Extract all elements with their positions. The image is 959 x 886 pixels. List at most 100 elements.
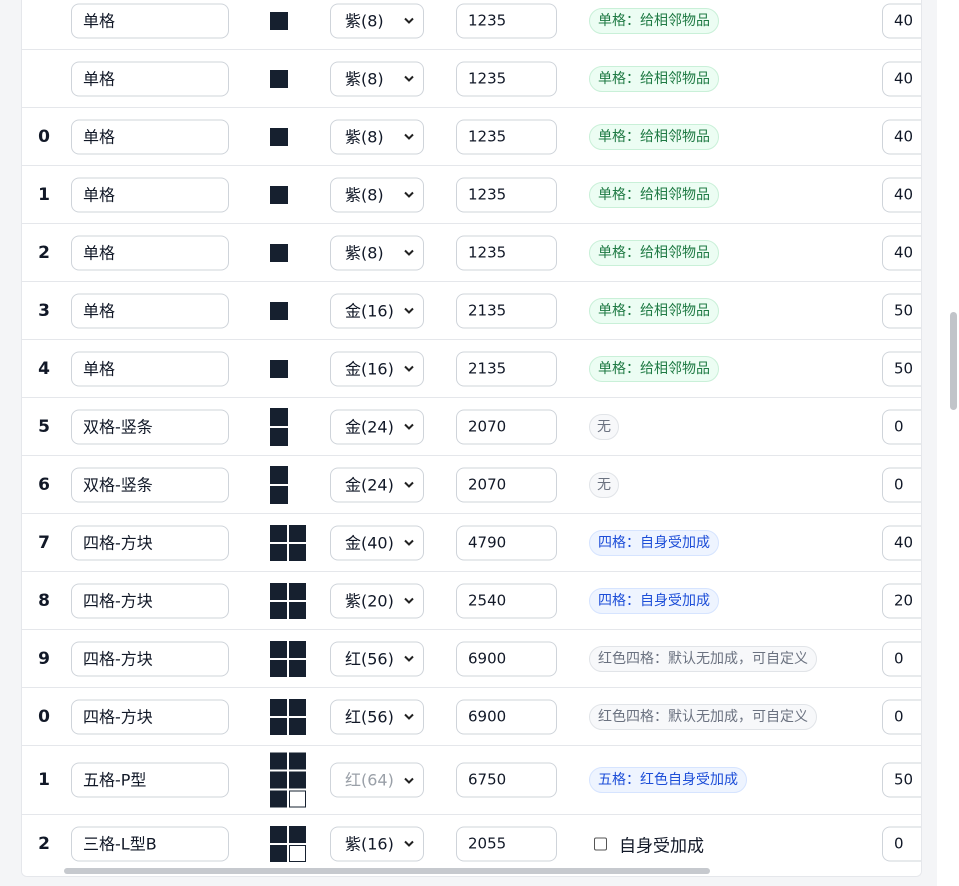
bonus-input[interactable]: 40 [882, 119, 921, 154]
bonus-input[interactable]: 50 [882, 762, 921, 798]
name-input[interactable]: 四格-方块 [71, 641, 229, 676]
shape-preview [270, 465, 288, 504]
name-input[interactable]: 单格 [71, 235, 229, 270]
horizontal-scrollbar[interactable] [64, 868, 710, 874]
bonus-input[interactable]: 40 [882, 235, 921, 270]
bonus-input[interactable]: 40 [882, 177, 921, 212]
bonus-input[interactable]: 50 [882, 351, 921, 386]
name-input[interactable]: 四格-方块 [71, 525, 229, 560]
bonus-input[interactable]: 0 [882, 467, 921, 502]
shape-cell-empty [289, 790, 306, 808]
quality-select[interactable]: 金(24) [330, 467, 424, 502]
quality-value: 金(24) [345, 417, 394, 436]
quality-select[interactable]: 紫(20) [330, 583, 424, 618]
effect-badge: 四格：自身受加成 [589, 587, 719, 614]
checkbox-icon[interactable] [594, 837, 607, 850]
name-input[interactable]: 双格-竖条 [71, 409, 229, 444]
checkbox-label: 自身受加成 [619, 836, 704, 856]
price-input[interactable]: 2070 [456, 409, 557, 444]
quality-select[interactable]: 红(56) [330, 699, 424, 734]
bonus-input[interactable]: 0 [882, 826, 921, 861]
quality-select[interactable]: 红(56) [330, 641, 424, 676]
effect-badge: 单格：给相邻物品 [589, 7, 719, 34]
name-input[interactable]: 五格-P型 [71, 762, 229, 798]
price-input[interactable]: 2070 [456, 467, 557, 502]
effect-badge: 单格：给相邻物品 [589, 297, 719, 324]
quality-select[interactable]: 紫(16) [330, 826, 424, 861]
price-input[interactable]: 6900 [456, 641, 557, 676]
chevron-down-icon [404, 840, 414, 847]
bonus-input[interactable]: 0 [882, 409, 921, 444]
self-bonus-checkbox[interactable]: 自身受加成 [594, 831, 704, 856]
quality-select[interactable]: 紫(8) [330, 119, 424, 154]
shape-cell-filled [270, 601, 287, 619]
quality-select[interactable]: 金(24) [330, 409, 424, 444]
name-input[interactable]: 单格 [71, 119, 229, 154]
shape-preview [270, 11, 288, 30]
shape-preview [270, 243, 288, 262]
shape-preview [270, 407, 288, 446]
bonus-input[interactable]: 0 [882, 699, 921, 734]
chevron-down-icon [404, 597, 414, 604]
table-row: 0 单格 紫(8) 1235 单格：给相邻物品 40 [22, 108, 921, 166]
quality-select[interactable]: 金(16) [330, 293, 424, 328]
bonus-input[interactable]: 20 [882, 583, 921, 618]
table-row: 7 四格-方块 金(40) 4790 四格：自身受加成 40 [22, 514, 921, 572]
items-table: 单格 紫(8) 1235 单格：给相邻物品 40 单格 紫(8) 1235 单格… [22, 0, 921, 872]
price-input[interactable]: 1235 [456, 61, 557, 96]
name-input[interactable]: 单格 [71, 3, 229, 38]
bonus-input[interactable]: 0 [882, 641, 921, 676]
row-index: 5 [38, 416, 50, 437]
shape-cell-filled [289, 582, 306, 600]
name-input[interactable]: 双格-竖条 [71, 467, 229, 502]
price-input[interactable]: 1235 [456, 177, 557, 212]
shape-preview [270, 359, 288, 378]
price-input[interactable]: 1235 [456, 3, 557, 38]
chevron-down-icon [404, 713, 414, 720]
quality-select[interactable]: 紫(8) [330, 235, 424, 270]
bonus-input[interactable]: 40 [882, 61, 921, 96]
shape-cell-filled [289, 640, 306, 658]
bonus-input[interactable]: 50 [882, 293, 921, 328]
quality-select[interactable]: 红(64) [330, 762, 424, 798]
price-input[interactable]: 2135 [456, 293, 557, 328]
page-side-area [937, 0, 959, 886]
shape-preview [270, 640, 306, 677]
price-input[interactable]: 1235 [456, 119, 557, 154]
name-input[interactable]: 单格 [71, 61, 229, 96]
price-input[interactable]: 6750 [456, 762, 557, 798]
table-row: 单格 紫(8) 1235 单格：给相邻物品 40 [22, 50, 921, 108]
name-input[interactable]: 三格-L型B [71, 826, 229, 861]
shape-preview [270, 301, 288, 320]
shape-cell-filled [270, 543, 287, 561]
name-input[interactable]: 单格 [71, 351, 229, 386]
row-index: 2 [38, 242, 50, 263]
name-input[interactable]: 单格 [71, 177, 229, 212]
quality-select[interactable]: 紫(8) [330, 3, 424, 38]
quality-value: 紫(8) [345, 69, 384, 88]
bonus-input[interactable]: 40 [882, 525, 921, 560]
price-input[interactable]: 2540 [456, 583, 557, 618]
quality-select[interactable]: 金(40) [330, 525, 424, 560]
chevron-down-icon [404, 655, 414, 662]
row-index: 9 [38, 648, 50, 669]
quality-select[interactable]: 金(16) [330, 351, 424, 386]
quality-select[interactable]: 紫(8) [330, 177, 424, 212]
name-input[interactable]: 四格-方块 [71, 583, 229, 618]
shape-cell-filled [270, 771, 287, 789]
price-input[interactable]: 6900 [456, 699, 557, 734]
price-input[interactable]: 2135 [456, 351, 557, 386]
quality-select[interactable]: 紫(8) [330, 61, 424, 96]
quality-value: 金(24) [345, 475, 394, 494]
bonus-input[interactable]: 40 [882, 3, 921, 38]
name-input[interactable]: 单格 [71, 293, 229, 328]
row-index: 2 [38, 833, 50, 854]
name-input[interactable]: 四格-方块 [71, 699, 229, 734]
page-vertical-scrollbar[interactable] [950, 312, 957, 410]
shape-preview [270, 524, 306, 561]
price-input[interactable]: 1235 [456, 235, 557, 270]
price-input[interactable]: 2055 [456, 826, 557, 861]
price-input[interactable]: 4790 [456, 525, 557, 560]
shape-cell-filled [270, 243, 288, 262]
chevron-down-icon [404, 539, 414, 546]
